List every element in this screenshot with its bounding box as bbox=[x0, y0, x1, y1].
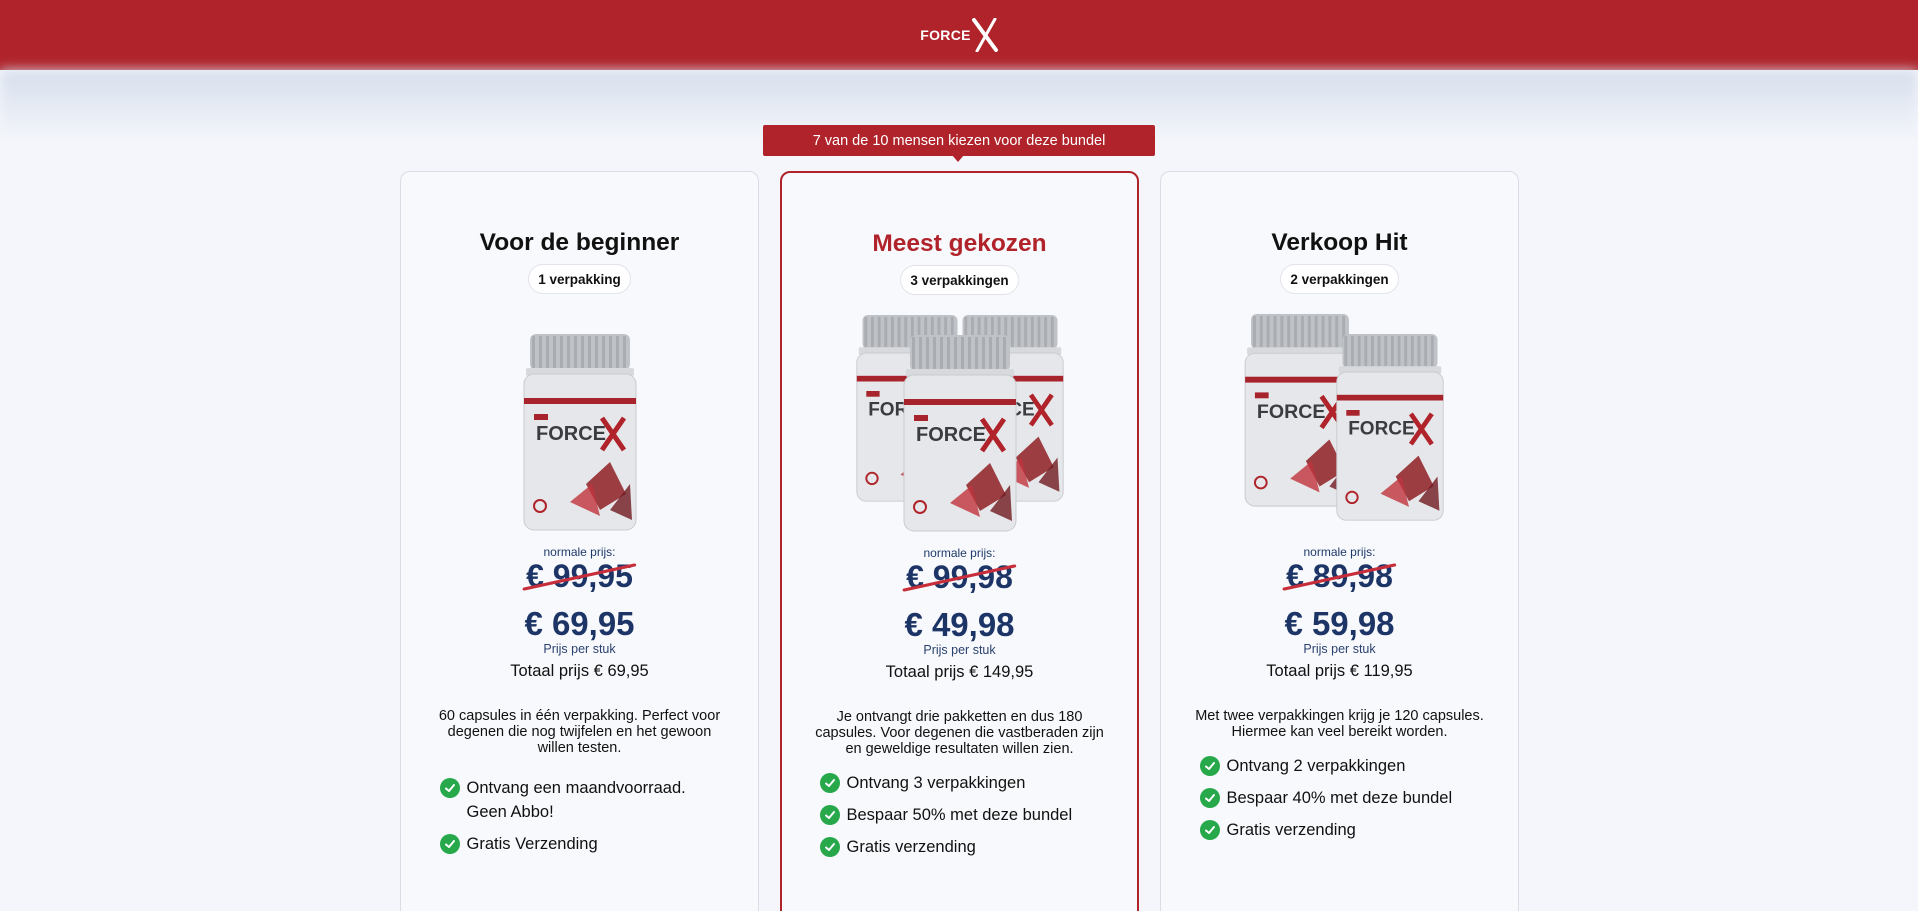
normal-price-label: normale prijs: bbox=[923, 546, 996, 560]
normal-price-label: normale prijs: bbox=[1303, 545, 1376, 559]
svg-text:FORCE: FORCE bbox=[1256, 401, 1325, 423]
top-header: FORCE bbox=[0, 0, 1918, 70]
svg-text:FORCE: FORCE bbox=[1348, 419, 1415, 440]
feature-item: Gratis verzending bbox=[1199, 818, 1480, 842]
check-circle-icon bbox=[439, 834, 460, 854]
offer-card-3-pack[interactable]: Meest gekozen 3 verpakkingen FORCEFORCEF… bbox=[780, 171, 1139, 911]
check-circle-icon bbox=[819, 773, 840, 793]
offer-card-1-pack[interactable]: Voor de beginner 1 verpakking FORCE norm… bbox=[400, 171, 759, 911]
pack-count-badge: 1 verpakking bbox=[528, 264, 631, 294]
check-circle-icon bbox=[1199, 788, 1220, 808]
feature-list: Ontvang een maandvoorraad. Geen Abbo! Gr… bbox=[439, 776, 720, 864]
logo-wordmark: FORCE bbox=[920, 27, 971, 43]
pack-count-badge: 2 verpakkingen bbox=[1280, 264, 1399, 294]
feature-item: Gratis Verzending bbox=[439, 832, 720, 856]
forcex-logo[interactable]: FORCE bbox=[920, 18, 998, 52]
product-bottles-image: FORCE bbox=[523, 334, 636, 531]
strikethrough-mark bbox=[902, 564, 1017, 592]
new-price: € 49,98 bbox=[904, 606, 1015, 643]
card-title: Meest gekozen bbox=[872, 230, 1047, 257]
price-per-unit-label: Prijs per stuk bbox=[923, 643, 996, 657]
product-bottle-icon: FORCE bbox=[523, 334, 636, 531]
check-circle-icon bbox=[1199, 820, 1220, 840]
check-circle-icon bbox=[819, 805, 840, 825]
product-bottle-icon: FORCE bbox=[1335, 334, 1444, 521]
feature-list: Ontvang 2 verpakkingen Bespaar 40% met d… bbox=[1199, 754, 1480, 850]
offer-description: Je ontvangt drie pakketten en dus 180 ca… bbox=[815, 709, 1104, 757]
strikethrough-mark bbox=[522, 563, 637, 591]
popular-bundle-ribbon: 7 van de 10 mensen kiezen voor deze bund… bbox=[763, 125, 1155, 156]
feature-item: Ontvang 2 verpakkingen bbox=[1199, 754, 1480, 778]
price-per-unit-label: Prijs per stuk bbox=[543, 642, 616, 656]
product-bottles-image: FORCEFORCEFORCE bbox=[855, 315, 1064, 532]
feature-item: Bespaar 50% met deze bundel bbox=[819, 803, 1100, 827]
old-price: € 99,98 bbox=[902, 560, 1017, 594]
product-bottles-image: FORCE FORCE bbox=[1244, 314, 1444, 521]
feature-item: Ontvang 3 verpakkingen bbox=[819, 771, 1100, 795]
svg-text:FORCE: FORCE bbox=[536, 423, 606, 445]
feature-item: Bespaar 40% met deze bundel bbox=[1199, 786, 1480, 810]
new-price: € 59,98 bbox=[1284, 605, 1395, 642]
check-circle-icon bbox=[439, 778, 460, 798]
pack-count-badge: 3 verpakkingen bbox=[900, 265, 1019, 295]
old-price: € 99,95 bbox=[522, 559, 637, 593]
normal-price-label: normale prijs: bbox=[543, 545, 616, 559]
product-bottle-icon: FORCE bbox=[903, 335, 1016, 532]
offer-description: Met twee verpakkingen krijg je 120 capsu… bbox=[1195, 708, 1484, 740]
card-title: Verkoop Hit bbox=[1271, 229, 1408, 256]
total-price: Totaal prijs € 119,95 bbox=[1266, 662, 1413, 680]
feature-item: Gratis verzending bbox=[819, 835, 1100, 859]
total-price: Totaal prijs € 149,95 bbox=[885, 663, 1034, 681]
strikethrough-mark bbox=[1282, 563, 1397, 591]
ribbon-text: 7 van de 10 mensen kiezen voor deze bund… bbox=[812, 132, 1106, 149]
total-price: Totaal prijs € 69,95 bbox=[510, 662, 649, 680]
check-circle-icon bbox=[1199, 756, 1220, 776]
card-title: Voor de beginner bbox=[479, 229, 680, 256]
feature-list: Ontvang 3 verpakkingen Bespaar 50% met d… bbox=[819, 771, 1100, 867]
price-per-unit-label: Prijs per stuk bbox=[1303, 642, 1376, 656]
old-price: € 89,98 bbox=[1282, 559, 1397, 593]
new-price: € 69,95 bbox=[524, 605, 635, 642]
offer-description: 60 capsules in één verpakking. Perfect v… bbox=[438, 708, 721, 756]
ribbon-pointer bbox=[952, 155, 964, 162]
offer-card-2-pack[interactable]: Verkoop Hit 2 verpakkingen FORCE FORCE no… bbox=[1160, 171, 1519, 911]
svg-text:FORCE: FORCE bbox=[916, 424, 986, 446]
check-circle-icon bbox=[819, 837, 840, 857]
feature-item: Ontvang een maandvoorraad. Geen Abbo! bbox=[439, 776, 720, 824]
logo-x-icon bbox=[971, 18, 998, 52]
